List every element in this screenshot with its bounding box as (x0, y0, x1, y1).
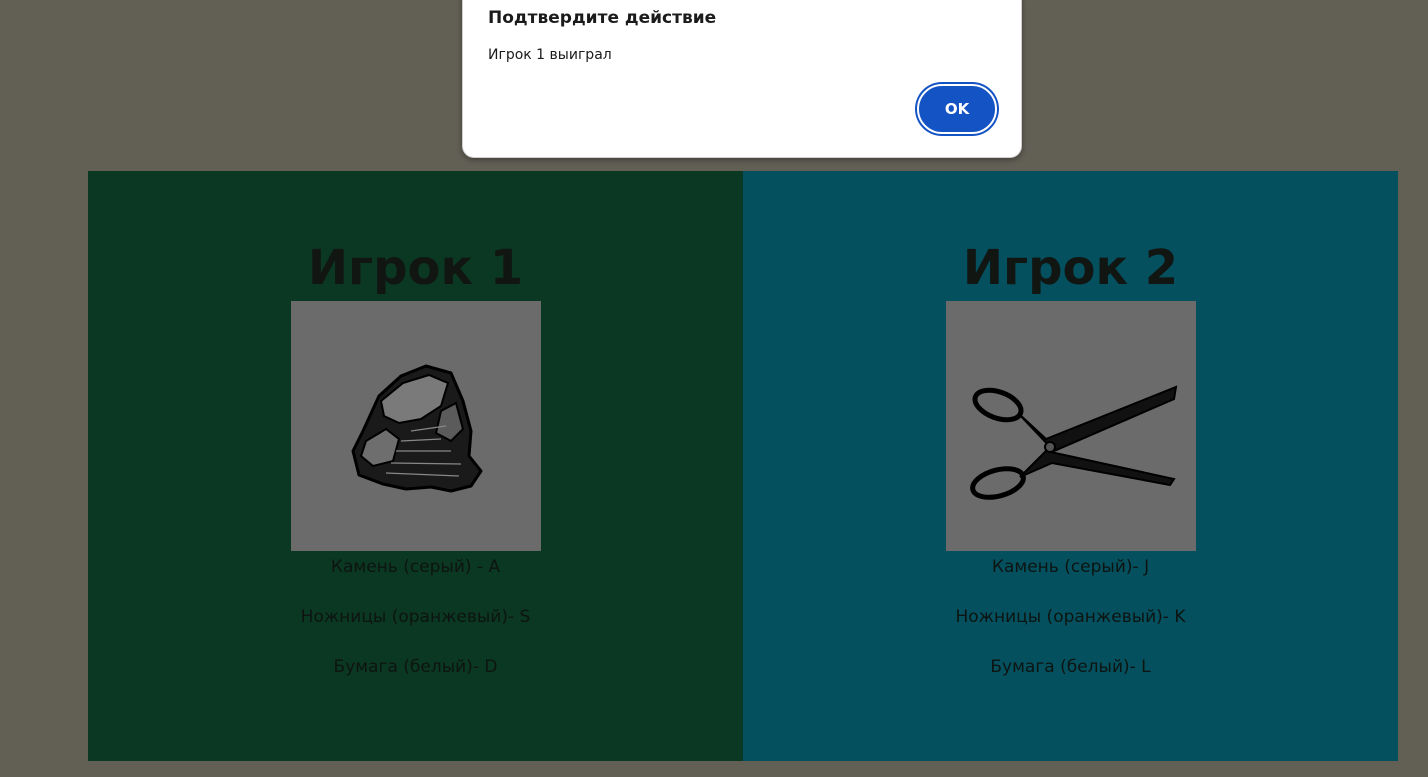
ok-button[interactable]: OK (917, 84, 997, 134)
player-2-rock-key: Камень (серый)- J (991, 557, 1150, 577)
player-2-key-list: Камень (серый)- J Ножницы (оранжевый)- K… (956, 555, 1186, 705)
player-1-rock-key: Камень (серый) - A (330, 557, 501, 577)
player-1-title: Игрок 1 (307, 240, 524, 296)
player-1-choice-image (290, 301, 541, 551)
player-2-choice-image (945, 301, 1196, 551)
confirm-dialog: Подтвердите действие Игрок 1 выиграл OK (462, 0, 1022, 158)
player-1-panel: Игрок 1 Камень (серый) - A Ножницы (оран… (88, 171, 743, 761)
dialog-message: Игрок 1 выиграл (488, 47, 612, 63)
player-1-key-list: Камень (серый) - A Ножницы (оранжевый)- … (301, 555, 531, 705)
player-1-paper-key: Бумага (белый)- D (333, 657, 498, 677)
player-2-panel: Игрок 2 Камень (серый)- J Ножницы (оранж… (743, 171, 1398, 761)
dialog-title: Подтвердите действие (488, 8, 717, 28)
player-1-scissors-key: Ножницы (оранжевый)- S (300, 607, 531, 627)
player-2-title: Игрок 2 (962, 240, 1179, 296)
rock-icon (351, 364, 482, 493)
player-2-paper-key: Бумага (белый)- L (990, 657, 1151, 677)
scissors-icon (969, 385, 1177, 500)
game-board: Игрок 1 Камень (серый) - A Ножницы (оран… (88, 171, 1398, 761)
player-2-scissors-key: Ножницы (оранжевый)- K (955, 607, 1186, 627)
